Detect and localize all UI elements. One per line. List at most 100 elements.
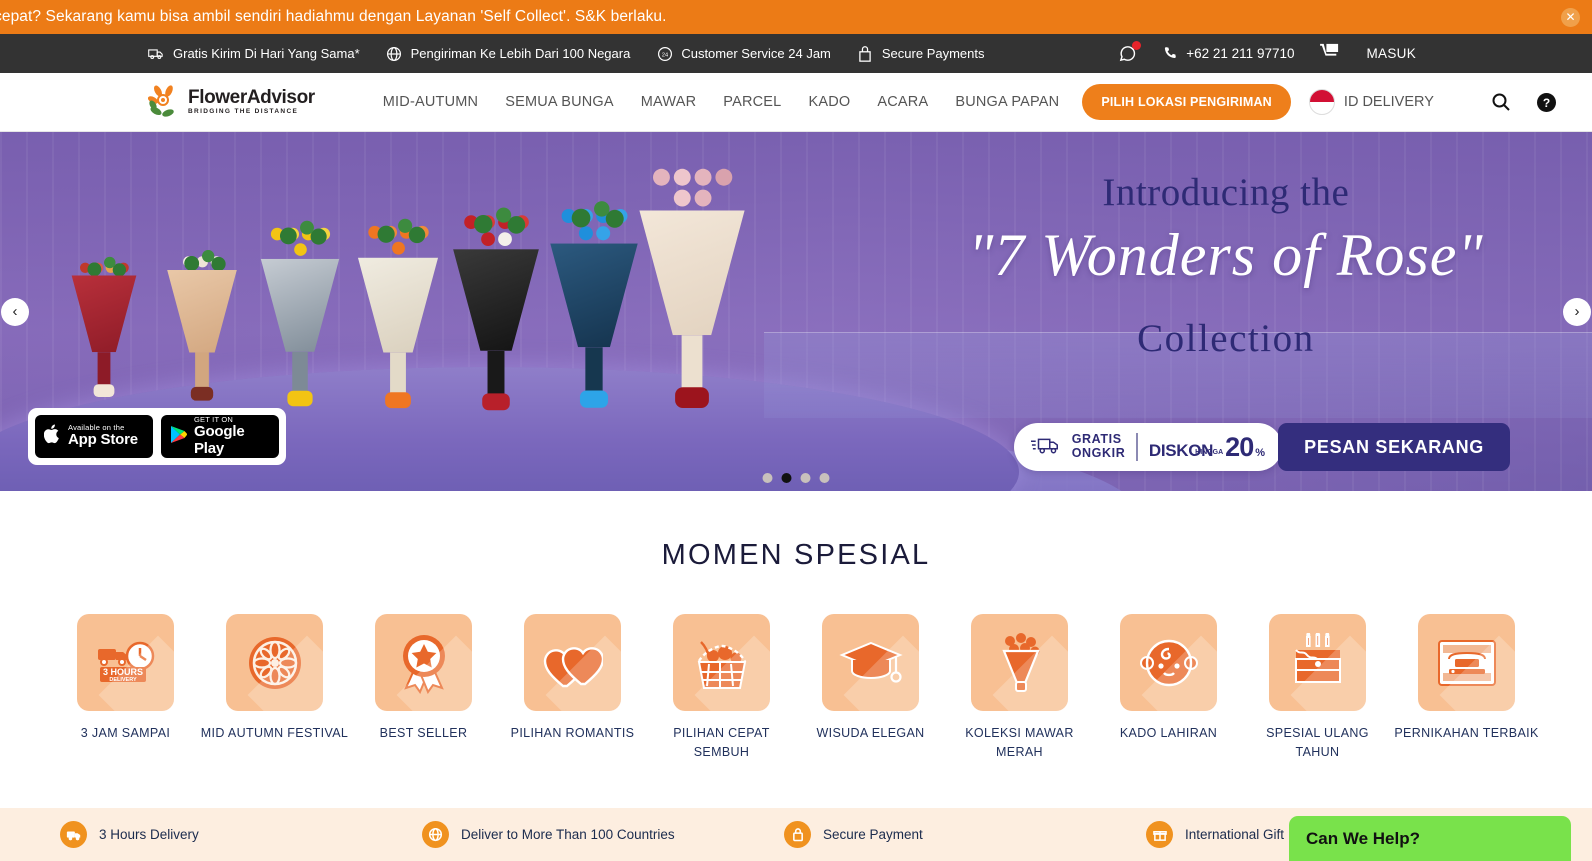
hero-line-2: "7 Wonders of Rose" xyxy=(968,222,1484,288)
delivery-country-selector[interactable]: ID DELIVERY xyxy=(1308,89,1434,115)
help-circle-icon[interactable]: ? xyxy=(1536,92,1557,113)
birthday-cake-icon xyxy=(1269,614,1366,711)
globe-icon xyxy=(386,45,403,62)
bouquet-red-roses-black-wrap xyxy=(447,202,545,411)
logo-tagline: BRIDGING THE DISTANCE xyxy=(188,108,299,116)
cart-icon[interactable] xyxy=(1320,43,1340,64)
category-label: PERNIKAHAN TERBAIK xyxy=(1394,726,1539,740)
apple-logo-icon xyxy=(43,424,61,449)
hero-copy: Introducing the "7 Wonders of Rose" Coll… xyxy=(892,170,1561,361)
international-gift-icon xyxy=(1146,821,1173,848)
nav-item-mid-autumn[interactable]: MID-AUTUMN xyxy=(383,94,478,110)
carousel-dot-4[interactable] xyxy=(819,473,830,483)
utility-item-label: Secure Payments xyxy=(881,46,985,61)
login-link[interactable]: MASUK xyxy=(1366,46,1416,61)
hero-line-3: Collection xyxy=(1137,317,1315,360)
category-koleksi-mawar-merah[interactable]: KOLEKSI MAWAR MERAH xyxy=(945,614,1094,762)
hero-bouquet-group xyxy=(58,168,745,411)
three-hours-delivery-icon: 3 HOURS DELIVERY xyxy=(77,614,174,711)
category-pilihan-cepat-sembuh[interactable]: PILIHAN CEPAT SEMBUH xyxy=(647,614,796,762)
feature-label: Deliver to More Than 100 Countries xyxy=(461,827,675,842)
three-hours-icon xyxy=(60,821,87,848)
category-grid: 3 HOURS DELIVERY 3 JAM SAMPAI MID AUTUMN… xyxy=(0,614,1592,762)
logo-name: FlowerAdvisor xyxy=(188,87,315,109)
category-mid-autumn-festival[interactable]: MID AUTUMN FESTIVAL xyxy=(200,614,349,762)
select-delivery-location-button[interactable]: PILIH LOKASI PENGIRIMAN xyxy=(1082,84,1291,120)
category-3-jam-sampai[interactable]: 3 HOURS DELIVERY 3 JAM SAMPAI xyxy=(51,614,200,762)
bouquet-yellow-roses xyxy=(255,216,344,407)
utility-item-customer-service: 24 Customer Service 24 Jam xyxy=(656,45,831,62)
svg-text:DELIVERY: DELIVERY xyxy=(109,677,137,683)
category-pilihan-romantis[interactable]: PILIHAN ROMANTIS xyxy=(498,614,647,762)
category-label: MID AUTUMN FESTIVAL xyxy=(200,726,349,740)
carousel-next-arrow[interactable]: › xyxy=(1563,297,1591,326)
feature-international-gift: International Gift xyxy=(1146,821,1284,848)
feature-100-countries: Deliver to More Than 100 Countries xyxy=(422,821,784,848)
support-24-icon: 24 xyxy=(656,45,673,62)
free-shipping-line-2: ONGKIR xyxy=(1071,446,1126,460)
wedding-card-icon xyxy=(1418,614,1515,711)
utility-bar-items: Gratis Kirim Di Hari Yang Sama* Pengirim… xyxy=(148,45,985,62)
carousel-dot-2[interactable] xyxy=(781,473,792,483)
phone-number[interactable]: +62 21 211 97710 xyxy=(1163,45,1294,63)
feature-label: 3 Hours Delivery xyxy=(99,827,199,842)
utility-item-label: Customer Service 24 Jam xyxy=(681,46,831,61)
category-kado-lahiran[interactable]: KADO LAHIRAN xyxy=(1094,614,1243,762)
bouquet-orange-roses xyxy=(352,214,443,409)
chat-widget[interactable]: Can We Help? xyxy=(1289,816,1571,861)
lock-icon xyxy=(857,45,874,62)
fruit-basket-icon xyxy=(673,614,770,711)
notification-dot xyxy=(1132,41,1142,50)
hero-carousel[interactable]: Introducing the "7 Wonders of Rose" Coll… xyxy=(0,132,1592,491)
nav-item-kado[interactable]: KADO xyxy=(808,94,850,110)
category-wisuda-elegan[interactable]: WISUDA ELEGAN xyxy=(796,614,945,762)
utility-bar-actions: +62 21 211 97710 MASUK xyxy=(1092,41,1416,64)
carousel-dot-1[interactable] xyxy=(762,473,773,483)
search-icon[interactable] xyxy=(1491,92,1511,112)
hero-line-1: Introducing the xyxy=(1102,171,1350,214)
svg-text:3 HOURS: 3 HOURS xyxy=(102,667,142,677)
google-play-logo-icon xyxy=(170,425,188,449)
whatsapp-icon[interactable] xyxy=(1118,41,1142,63)
nav-item-bunga-papan[interactable]: BUNGA PAPAN xyxy=(955,94,1059,110)
svg-text:?: ? xyxy=(1543,96,1550,110)
header-icon-group: ? xyxy=(1491,92,1557,113)
category-spesial-ulang-tahun[interactable]: SPESIAL ULANG TAHUN xyxy=(1243,614,1392,762)
utility-item-same-day-delivery: Gratis Kirim Di Hari Yang Sama* xyxy=(148,45,360,62)
order-now-button[interactable]: PESAN SEKARANG xyxy=(1278,423,1510,471)
bouquet-white-roses xyxy=(162,245,241,401)
flower-logo-icon xyxy=(147,84,182,120)
utility-bar: Gratis Kirim Di Hari Yang Sama* Pengirim… xyxy=(0,34,1592,73)
nav-item-acara[interactable]: ACARA xyxy=(877,94,928,110)
category-label: PILIHAN CEPAT SEMBUH xyxy=(673,726,770,759)
mooncake-icon xyxy=(226,614,323,711)
two-hearts-icon xyxy=(524,614,621,711)
category-best-seller[interactable]: BEST SELLER xyxy=(349,614,498,762)
nav-item-parcel[interactable]: PARCEL xyxy=(723,94,781,110)
bouquet-blue-roses xyxy=(544,196,643,408)
category-label: PILIHAN ROMANTIS xyxy=(510,726,635,740)
nav-item-semua-bunga[interactable]: SEMUA BUNGA xyxy=(505,94,614,110)
carousel-prev-arrow[interactable]: ‹ xyxy=(1,297,29,326)
promo-close-icon[interactable]: ✕ xyxy=(1561,8,1580,27)
chat-widget-title: Can We Help? xyxy=(1306,828,1420,848)
nav-item-mawar[interactable]: MAWAR xyxy=(641,94,697,110)
phone-icon xyxy=(1163,45,1178,63)
utility-item-label: Gratis Kirim Di Hari Yang Sama* xyxy=(173,46,360,61)
carousel-dot-3[interactable] xyxy=(800,473,811,483)
section-title-momen-spesial: MOMEN SPESIAL xyxy=(661,539,931,571)
delivery-truck-icon xyxy=(148,45,165,62)
category-pernikahan-terbaik[interactable]: PERNIKAHAN TERBAIK xyxy=(1392,614,1541,762)
category-label: KOLEKSI MAWAR MERAH xyxy=(965,726,1074,759)
app-store-badge[interactable]: Available on the App Store xyxy=(35,415,153,458)
promo-banner-text: cepat? Sekarang kamu bisa ambil sendiri … xyxy=(0,8,667,25)
globe-delivery-icon xyxy=(422,821,449,848)
app-store-big-text: App Store xyxy=(68,431,138,449)
lock-payment-icon xyxy=(784,821,811,848)
google-play-badge-text: GET IT ON Google Play xyxy=(194,415,270,457)
category-label: 3 JAM SAMPAI xyxy=(80,726,171,740)
site-logo[interactable]: FlowerAdvisor BRIDGING THE DISTANCE xyxy=(147,84,315,120)
google-play-badge[interactable]: GET IT ON Google Play xyxy=(161,415,279,458)
category-label: KADO LAHIRAN xyxy=(1119,726,1218,740)
award-ribbon-icon xyxy=(375,614,472,711)
